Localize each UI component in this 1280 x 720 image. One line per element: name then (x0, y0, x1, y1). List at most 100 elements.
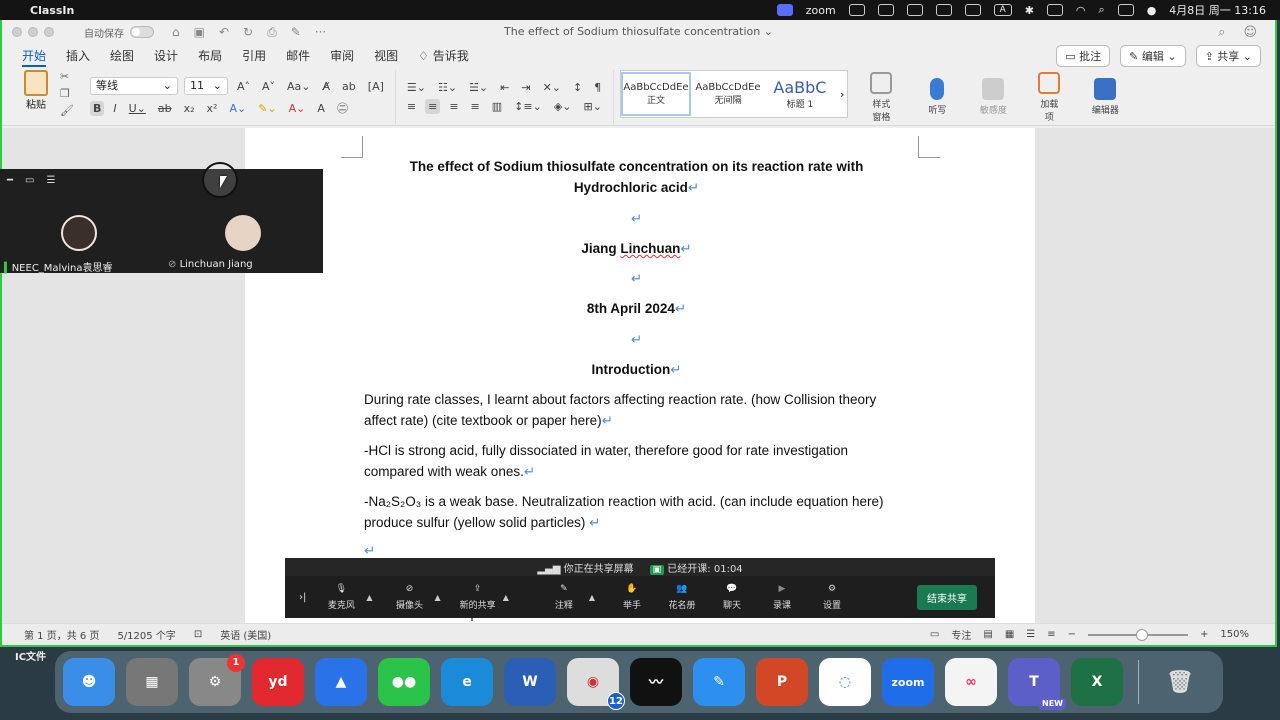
edge-icon[interactable]: e (441, 658, 493, 706)
paste-button[interactable]: 粘贴 (20, 70, 52, 124)
zoom-app-icon[interactable]: zoom (882, 658, 934, 706)
menu-icon[interactable]: ☰ (46, 175, 55, 186)
tab-review[interactable]: 审阅 (320, 44, 364, 68)
decrease-indent-icon[interactable]: ⇤ (497, 80, 512, 95)
restore-icon[interactable]: ▭ (25, 175, 34, 186)
asian-layout-icon[interactable]: ✕⌄ (540, 80, 564, 95)
comment-button[interactable]: ▭ 批注 (1056, 45, 1111, 67)
tab-view[interactable]: 视图 (364, 44, 408, 68)
share-button[interactable]: ⇪ 共享 ⌄ (1195, 45, 1261, 67)
lark-status-icon[interactable] (877, 4, 894, 16)
dictate-button[interactable]: 听写 (916, 78, 958, 116)
tab-mailings[interactable]: 邮件 (276, 44, 320, 68)
grow-font-icon[interactable]: A˄ (234, 79, 253, 94)
desktop-file-label[interactable]: IC文件 (15, 648, 46, 663)
qq-chat-icon[interactable]: ◌ (819, 658, 871, 706)
zoom-in-icon[interactable]: + (1200, 629, 1208, 640)
save-icon[interactable]: ▣ (194, 25, 205, 40)
tab-references[interactable]: 引用 (232, 44, 276, 68)
wechat-status-icon[interactable] (848, 4, 865, 16)
zoom-slider-knob[interactable] (1136, 628, 1149, 641)
record-button[interactable]: ▶ 录课 (757, 584, 807, 611)
word-icon[interactable]: W (504, 658, 556, 706)
search-icon[interactable]: ⌕ (1218, 25, 1225, 40)
zoom-level[interactable]: 150% (1220, 629, 1249, 640)
zoom-menubar-label[interactable]: zoom (806, 4, 836, 17)
new-share-button[interactable]: ⇪ 新的共享 (453, 584, 503, 611)
powerpoint-icon[interactable]: P (756, 658, 808, 706)
align-left-icon[interactable]: ≡ (404, 99, 419, 114)
mic-options-icon[interactable]: ▲ (366, 593, 372, 602)
character-shading-icon[interactable]: A (314, 101, 328, 116)
show-marks-icon[interactable]: ¶ (591, 80, 604, 95)
sort-icon[interactable]: ↕ (570, 80, 585, 95)
styles-pane-button[interactable]: 样式 窗格 (860, 71, 902, 123)
numbering-icon[interactable]: ☷⌄ (435, 80, 460, 95)
draft-view-icon[interactable]: ≡ (1047, 629, 1055, 640)
minimize-icon[interactable]: ━ (7, 175, 13, 186)
styles-more-icon[interactable]: › (837, 88, 847, 101)
participant-avatar[interactable] (225, 215, 261, 251)
battery-icon[interactable] (1046, 4, 1063, 16)
change-case-icon[interactable]: Aa⌄ (284, 79, 313, 94)
chrome-icon[interactable]: ◉ 12 (567, 658, 625, 710)
annotate-button[interactable]: ✎ 注释 (539, 584, 589, 611)
font-name-select[interactable]: 等线 ⌄ (89, 77, 178, 95)
print-icon[interactable]: ⎙ (267, 25, 277, 40)
mic-button[interactable]: 🎙 麦克风 (316, 584, 366, 611)
bold-icon[interactable]: B (89, 100, 105, 116)
language-indicator[interactable]: 英语 (美国) (220, 627, 271, 642)
highlight-icon[interactable]: ✎⌄ (255, 101, 279, 116)
font-size-select[interactable]: 11 ⌄ (183, 77, 228, 95)
participant-avatar[interactable] (61, 215, 97, 251)
font-color-icon[interactable]: A⌄ (286, 101, 309, 116)
cut-icon[interactable]: ✂ (60, 70, 74, 83)
style-heading-1[interactable]: AaBbC 标题 1 (765, 72, 835, 116)
active-app-name[interactable]: ClassIn (30, 4, 74, 17)
zoom-out-icon[interactable]: − (1068, 629, 1076, 640)
phonetic-guide-icon[interactable]: ab (339, 79, 359, 94)
spotlight-search-icon[interactable]: ⌕ (1099, 3, 1105, 17)
more-icon[interactable]: ··· (315, 25, 326, 40)
tell-me-search[interactable]: ♢ 告诉我 (408, 44, 479, 68)
focus-icon[interactable]: ▭ (930, 629, 939, 640)
style-no-spacing[interactable]: AaBbCcDdEe 无间隔 (693, 72, 763, 116)
close-window-button[interactable] (12, 27, 22, 37)
camera-button[interactable]: ⊘ 摄像头 (385, 584, 435, 611)
teams-icon[interactable]: T NEW (1008, 658, 1066, 710)
camera-options-icon[interactable]: ▲ (435, 593, 441, 602)
subscript-icon[interactable]: x₂ (181, 101, 198, 116)
superscript-icon[interactable]: x² (204, 101, 221, 116)
focus-label[interactable]: 专注 (951, 627, 971, 642)
multilevel-list-icon[interactable]: ☱⌄ (466, 80, 491, 95)
clear-formatting-icon[interactable]: A̸ (320, 79, 334, 94)
outline-view-icon[interactable]: ☰ (1026, 629, 1035, 640)
excel-icon[interactable]: X (1071, 658, 1123, 706)
word-count[interactable]: 5/1205 个字 (117, 627, 175, 642)
customize-icon[interactable]: ✎ (291, 25, 301, 40)
account-icon[interactable]: ☺ (1243, 25, 1257, 40)
classin-icon[interactable]: 〰 (630, 658, 682, 706)
text-effects-icon[interactable]: A⌄ (226, 101, 249, 116)
zoom-slider[interactable] (1088, 628, 1189, 641)
edit-mode-button[interactable]: ✎ 编辑 ⌄ (1120, 45, 1186, 67)
bluetooth-icon[interactable]: ✱ (1025, 4, 1034, 17)
tab-design[interactable]: 设计 (144, 44, 188, 68)
strikethrough-icon[interactable]: ab (155, 101, 175, 116)
addins-button[interactable]: 加载 项 (1028, 71, 1070, 123)
line-spacing-icon[interactable]: ↕≡⌄ (511, 99, 545, 114)
justify-icon[interactable]: ≡ (468, 99, 483, 114)
enclose-character-icon[interactable]: ㊁ (334, 99, 351, 117)
finder-icon[interactable]: ☻ (63, 658, 115, 706)
borders-icon[interactable]: ⊞⌄ (581, 99, 605, 114)
undo-icon[interactable]: ↶ (219, 25, 229, 40)
trash-icon[interactable]: 🗑 (1154, 658, 1206, 706)
cloud-sync-icon[interactable] (906, 4, 923, 16)
style-normal[interactable]: AaBbCcDdEe 正文 (620, 72, 691, 116)
italic-icon[interactable]: I (110, 101, 119, 116)
bullets-icon[interactable]: ☰⌄ (404, 80, 429, 95)
tab-home[interactable]: 开始 (12, 44, 56, 68)
launchpad-icon[interactable]: ▦ (126, 658, 178, 706)
youdao-icon[interactable]: yd (252, 658, 304, 706)
format-painter-icon[interactable]: 🖌 (60, 104, 74, 117)
